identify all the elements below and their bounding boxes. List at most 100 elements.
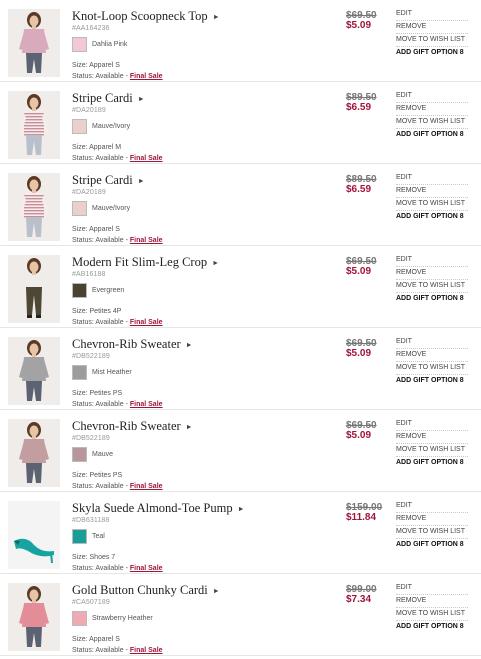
product-title-text[interactable]: Gold Button Chunky Cardi	[72, 583, 208, 597]
remove-link[interactable]: REMOVE	[396, 103, 468, 116]
size-label: Size: Petites 4P	[72, 308, 122, 315]
sale-price: $6.59	[346, 102, 372, 113]
move-to-wish-list-link[interactable]: MOVE TO WISH LIST	[396, 116, 468, 129]
color-swatch	[72, 610, 87, 626]
final-sale-link[interactable]: Final Sale	[130, 155, 163, 162]
final-sale-link[interactable]: Final Sale	[130, 237, 163, 244]
edit-link[interactable]: EDIT	[396, 418, 468, 431]
add-gift-option-link[interactable]: ADD GIFT OPTION 8	[396, 129, 468, 141]
caret-right-icon[interactable]: ►	[186, 341, 193, 349]
product-title[interactable]: Knot-Loop Scoopneck Top ►	[72, 9, 220, 24]
product-sku: #DA20189	[72, 107, 106, 114]
model-image	[8, 9, 60, 77]
size-label: Size: Petites PS	[72, 472, 123, 479]
caret-right-icon[interactable]: ►	[138, 177, 145, 185]
color-name: Strawberry Heather	[92, 614, 153, 622]
remove-link[interactable]: REMOVE	[396, 185, 468, 198]
final-sale-link[interactable]: Final Sale	[130, 73, 163, 80]
caret-right-icon[interactable]: ►	[186, 423, 193, 431]
add-gift-option-link[interactable]: ADD GIFT OPTION 8	[396, 47, 468, 59]
move-to-wish-list-link[interactable]: MOVE TO WISH LIST	[396, 444, 468, 457]
status-text: Status: Available -	[72, 319, 130, 326]
product-title[interactable]: Skyla Suede Almond-Toe Pump ►	[72, 501, 245, 516]
item-actions: EDIT REMOVE MOVE TO WISH LIST ADD GIFT O…	[396, 336, 468, 387]
color-name: Mauve/Ivory	[92, 122, 131, 130]
remove-link[interactable]: REMOVE	[396, 513, 468, 526]
edit-link[interactable]: EDIT	[396, 172, 468, 185]
product-title-text[interactable]: Chevron-Rib Sweater	[72, 337, 181, 351]
add-gift-option-link[interactable]: ADD GIFT OPTION 8	[396, 539, 468, 551]
product-image[interactable]	[8, 91, 60, 159]
product-title-text[interactable]: Modern Fit Slim-Leg Crop	[72, 255, 207, 269]
move-to-wish-list-link[interactable]: MOVE TO WISH LIST	[396, 608, 468, 621]
move-to-wish-list-link[interactable]: MOVE TO WISH LIST	[396, 198, 468, 211]
product-title-text[interactable]: Skyla Suede Almond-Toe Pump	[72, 501, 233, 515]
product-image[interactable]	[8, 173, 60, 241]
product-title[interactable]: Stripe Cardi ►	[72, 173, 145, 188]
final-sale-link[interactable]: Final Sale	[130, 647, 163, 654]
remove-link[interactable]: REMOVE	[396, 595, 468, 608]
product-image[interactable]	[8, 337, 60, 405]
product-title[interactable]: Gold Button Chunky Cardi ►	[72, 583, 220, 598]
caret-right-icon[interactable]: ►	[138, 95, 145, 103]
edit-link[interactable]: EDIT	[396, 90, 468, 103]
color-selection: Strawberry Heather	[72, 610, 153, 626]
color-swatch	[72, 528, 87, 544]
product-image[interactable]	[8, 9, 60, 77]
caret-right-icon[interactable]: ►	[212, 259, 219, 267]
final-sale-link[interactable]: Final Sale	[130, 565, 163, 572]
edit-link[interactable]: EDIT	[396, 254, 468, 267]
color-swatch	[72, 36, 87, 52]
edit-link[interactable]: EDIT	[396, 336, 468, 349]
add-gift-option-link[interactable]: ADD GIFT OPTION 8	[396, 293, 468, 305]
final-sale-link[interactable]: Final Sale	[130, 319, 163, 326]
product-title[interactable]: Stripe Cardi ►	[72, 91, 145, 106]
product-image[interactable]	[8, 501, 60, 569]
product-title-text[interactable]: Chevron-Rib Sweater	[72, 419, 181, 433]
model-image	[8, 173, 60, 241]
product-title-text[interactable]: Knot-Loop Scoopneck Top	[72, 9, 208, 23]
add-gift-option-link[interactable]: ADD GIFT OPTION 8	[396, 457, 468, 469]
color-selection: Mauve	[72, 446, 113, 462]
move-to-wish-list-link[interactable]: MOVE TO WISH LIST	[396, 280, 468, 293]
edit-link[interactable]: EDIT	[396, 500, 468, 513]
status-line: Status: Available - Final Sale	[72, 647, 163, 654]
status-line: Status: Available - Final Sale	[72, 483, 163, 490]
product-title[interactable]: Chevron-Rib Sweater ►	[72, 419, 193, 434]
remove-link[interactable]: REMOVE	[396, 349, 468, 362]
item-actions: EDIT REMOVE MOVE TO WISH LIST ADD GIFT O…	[396, 90, 468, 141]
remove-link[interactable]: REMOVE	[396, 21, 468, 34]
caret-right-icon[interactable]: ►	[213, 13, 220, 21]
final-sale-link[interactable]: Final Sale	[130, 401, 163, 408]
move-to-wish-list-link[interactable]: MOVE TO WISH LIST	[396, 526, 468, 539]
remove-link[interactable]: REMOVE	[396, 267, 468, 280]
add-gift-option-link[interactable]: ADD GIFT OPTION 8	[396, 621, 468, 633]
final-sale-link[interactable]: Final Sale	[130, 483, 163, 490]
product-sku: #DB522189	[72, 353, 110, 360]
model-image	[8, 337, 60, 405]
move-to-wish-list-link[interactable]: MOVE TO WISH LIST	[396, 362, 468, 375]
add-gift-option-link[interactable]: ADD GIFT OPTION 8	[396, 375, 468, 387]
caret-right-icon[interactable]: ►	[238, 505, 245, 513]
product-image[interactable]	[8, 255, 60, 323]
status-line: Status: Available - Final Sale	[72, 73, 163, 80]
item-actions: EDIT REMOVE MOVE TO WISH LIST ADD GIFT O…	[396, 254, 468, 305]
add-gift-option-link[interactable]: ADD GIFT OPTION 8	[396, 211, 468, 223]
item-actions: EDIT REMOVE MOVE TO WISH LIST ADD GIFT O…	[396, 8, 468, 59]
product-image[interactable]	[8, 419, 60, 487]
product-title-text[interactable]: Stripe Cardi	[72, 173, 133, 187]
item-actions: EDIT REMOVE MOVE TO WISH LIST ADD GIFT O…	[396, 582, 468, 633]
product-title[interactable]: Modern Fit Slim-Leg Crop ►	[72, 255, 219, 270]
product-title[interactable]: Chevron-Rib Sweater ►	[72, 337, 193, 352]
caret-right-icon[interactable]: ►	[213, 587, 220, 595]
cart-item: Knot-Loop Scoopneck Top ► #AA164236 Dahli…	[0, 0, 481, 82]
remove-link[interactable]: REMOVE	[396, 431, 468, 444]
product-title-text[interactable]: Stripe Cardi	[72, 91, 133, 105]
product-sku: #CA507189	[72, 599, 110, 606]
product-sku: #DB631188	[72, 517, 110, 524]
move-to-wish-list-link[interactable]: MOVE TO WISH LIST	[396, 34, 468, 47]
sale-price: $5.09	[346, 266, 372, 277]
edit-link[interactable]: EDIT	[396, 8, 468, 21]
edit-link[interactable]: EDIT	[396, 582, 468, 595]
product-image[interactable]	[8, 583, 60, 651]
